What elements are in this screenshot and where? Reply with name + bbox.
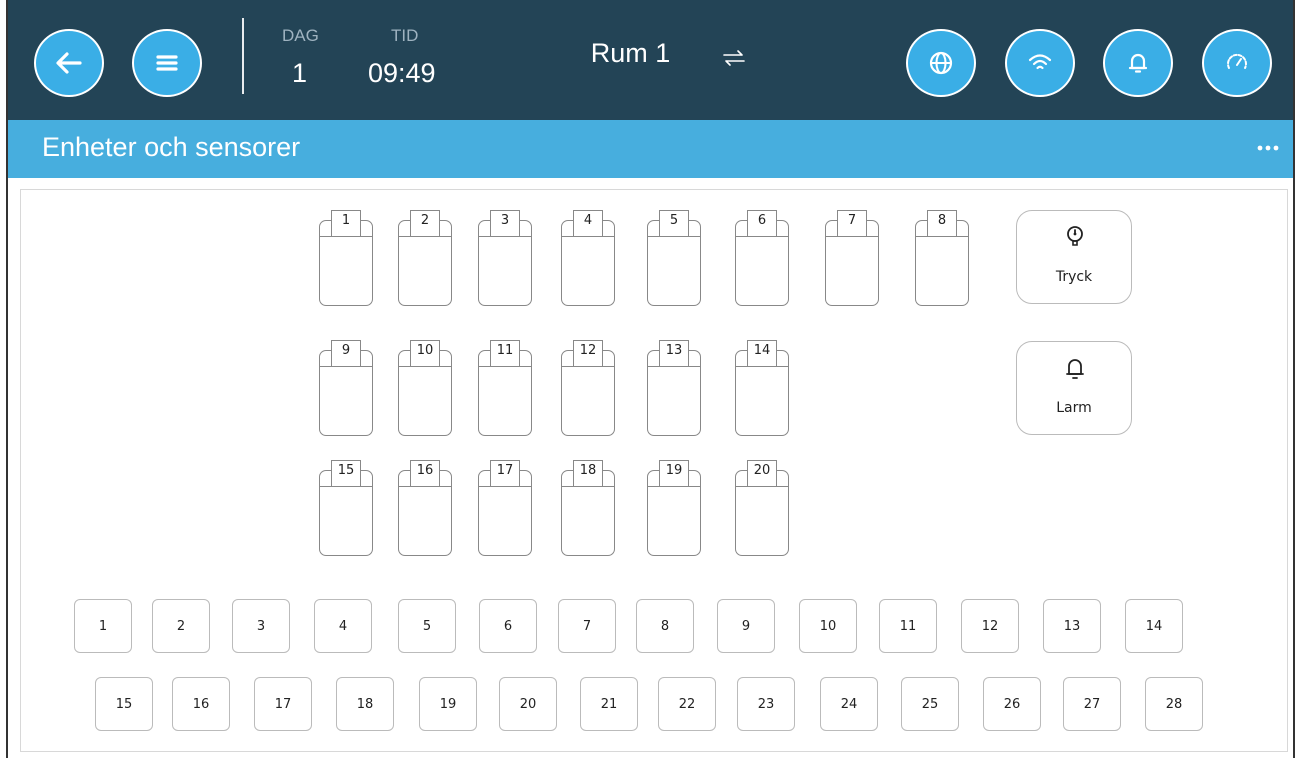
time-value: 09:49 <box>368 58 436 88</box>
module-tile[interactable]: 12 <box>561 340 615 436</box>
module-number: 3 <box>500 213 510 228</box>
channel-button[interactable]: 15 <box>95 677 153 731</box>
gauge-icon <box>1227 53 1247 69</box>
module-number: 17 <box>496 463 514 478</box>
module-tile[interactable]: 2 <box>398 210 452 306</box>
channel-button[interactable]: 4 <box>314 599 372 653</box>
module-number: 4 <box>583 213 593 228</box>
back-button[interactable] <box>34 29 104 97</box>
module-number: 12 <box>579 343 597 358</box>
module-number: 14 <box>753 343 771 358</box>
day-label: DAG <box>282 26 319 45</box>
module-tile[interactable]: 17 <box>478 460 532 556</box>
alarm-label: Larm <box>1056 400 1092 416</box>
top-bar: DAG 1 TID 09:49 Rum 1 <box>8 0 1293 120</box>
module-tile[interactable]: 7 <box>825 210 879 306</box>
devices-panel: 1 2 3 4 5 6 7 8 9 10 11 12 13 14 15 16 1… <box>20 189 1288 752</box>
module-tile[interactable]: 4 <box>561 210 615 306</box>
room-title: Rum 1 <box>590 38 671 68</box>
channel-button[interactable]: 12 <box>961 599 1019 653</box>
channel-button[interactable]: 1 <box>74 599 132 653</box>
module-number: 6 <box>757 213 767 228</box>
channel-button[interactable]: 7 <box>558 599 616 653</box>
channel-button[interactable]: 5 <box>398 599 456 653</box>
module-number: 11 <box>496 343 514 358</box>
module-number: 19 <box>665 463 683 478</box>
channel-button[interactable]: 2 <box>152 599 210 653</box>
channel-button[interactable]: 23 <box>737 677 795 731</box>
channel-button[interactable]: 18 <box>336 677 394 731</box>
channel-button[interactable]: 10 <box>799 599 857 653</box>
bell-icon <box>1128 53 1148 73</box>
pressure-gauge-icon <box>1067 226 1083 246</box>
channel-button[interactable]: 8 <box>636 599 694 653</box>
channel-button[interactable]: 17 <box>254 677 312 731</box>
module-tile[interactable]: 6 <box>735 210 789 306</box>
module-tile[interactable]: 3 <box>478 210 532 306</box>
back-arrow-icon <box>56 52 82 74</box>
time-label: TID <box>391 26 419 45</box>
module-tile[interactable]: 9 <box>319 340 373 436</box>
alarm-bell-icon <box>1066 359 1084 379</box>
module-tile[interactable]: 1 <box>319 210 373 306</box>
channel-button[interactable]: 26 <box>983 677 1041 731</box>
channel-button[interactable]: 16 <box>172 677 230 731</box>
channel-button[interactable]: 25 <box>901 677 959 731</box>
header-divider <box>242 18 244 94</box>
module-number: 2 <box>420 213 430 228</box>
channel-button[interactable]: 3 <box>232 599 290 653</box>
module-number: 20 <box>753 463 771 478</box>
module-number: 8 <box>937 213 947 228</box>
channel-button[interactable]: 14 <box>1125 599 1183 653</box>
module-number: 15 <box>337 463 355 478</box>
module-tile[interactable]: 15 <box>319 460 373 556</box>
channel-button[interactable]: 9 <box>717 599 775 653</box>
module-number: 5 <box>669 213 679 228</box>
module-number: 10 <box>416 343 434 358</box>
menu-button[interactable] <box>132 29 202 97</box>
day-value: 1 <box>292 58 308 88</box>
channel-button[interactable]: 24 <box>820 677 878 731</box>
channel-button[interactable]: 28 <box>1145 677 1203 731</box>
menu-icon <box>156 55 178 71</box>
module-number: 1 <box>341 213 351 228</box>
module-number: 16 <box>416 463 434 478</box>
module-tile[interactable]: 13 <box>647 340 701 436</box>
channel-button[interactable]: 22 <box>658 677 716 731</box>
module-tile[interactable]: 19 <box>647 460 701 556</box>
dashboard-button[interactable] <box>1202 29 1272 97</box>
page-header: Enheter och sensorer <box>8 120 1293 178</box>
channel-button[interactable]: 27 <box>1063 677 1121 731</box>
language-button[interactable] <box>906 29 976 97</box>
swap-icon[interactable] <box>720 48 748 68</box>
module-tile[interactable]: 10 <box>398 340 452 436</box>
network-button[interactable] <box>1005 29 1075 97</box>
globe-icon <box>929 51 953 75</box>
module-tile[interactable]: 16 <box>398 460 452 556</box>
channel-button[interactable]: 19 <box>419 677 477 731</box>
channel-button[interactable]: 11 <box>879 599 937 653</box>
module-tile[interactable]: 20 <box>735 460 789 556</box>
module-tile[interactable]: 14 <box>735 340 789 436</box>
module-number: 7 <box>847 213 857 228</box>
module-number: 18 <box>579 463 597 478</box>
app-frame: DAG 1 TID 09:49 Rum 1 Enheter och sensor… <box>6 0 1295 758</box>
more-dots-icon[interactable] <box>1253 138 1283 158</box>
module-number: 9 <box>341 343 351 358</box>
module-tile[interactable]: 18 <box>561 460 615 556</box>
module-tile[interactable]: 5 <box>647 210 701 306</box>
module-number: 13 <box>665 343 683 358</box>
channel-button[interactable]: 20 <box>499 677 557 731</box>
pressure-label: Tryck <box>1055 269 1093 285</box>
module-tile[interactable]: 8 <box>915 210 969 306</box>
alarms-button[interactable] <box>1103 29 1173 97</box>
pressure-button[interactable]: Tryck <box>1016 210 1132 304</box>
module-tile[interactable]: 11 <box>478 340 532 436</box>
page-title: Enheter och sensorer <box>42 132 301 162</box>
channel-button[interactable]: 6 <box>479 599 537 653</box>
wifi-icon <box>1028 54 1052 70</box>
channel-button[interactable]: 13 <box>1043 599 1101 653</box>
alarm-button[interactable]: Larm <box>1016 341 1132 435</box>
channel-button[interactable]: 21 <box>580 677 638 731</box>
